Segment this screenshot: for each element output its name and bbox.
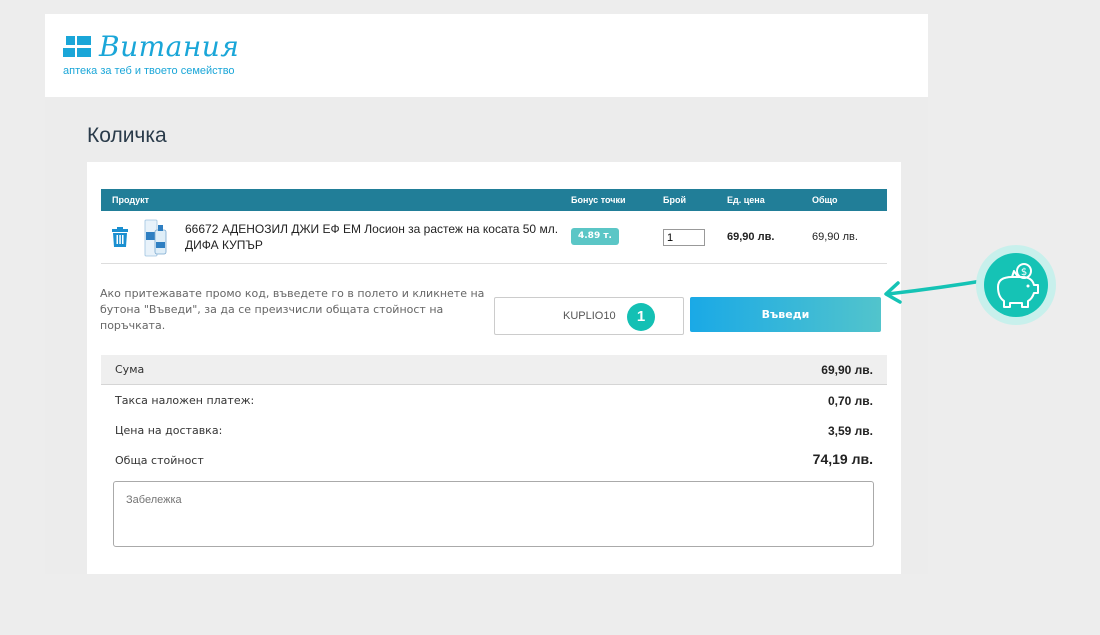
site-header: Витания аптека за теб и твоето семейство — [45, 14, 928, 97]
col-product: Продукт — [112, 195, 150, 205]
order-note-field[interactable] — [113, 481, 874, 547]
product-name[interactable]: 66672 АДЕНОЗИЛ ДЖИ ЕФ ЕМ Лосион за расте… — [185, 221, 565, 253]
subtotal-label: Сума — [115, 363, 145, 376]
piggy-bank-icon: $ — [976, 245, 1056, 325]
trash-icon[interactable] — [111, 227, 129, 247]
col-unit-price: Ед. цена — [727, 195, 765, 205]
apply-promo-button[interactable]: Въведи — [690, 297, 881, 332]
row-total: 69,90 лв. — [812, 231, 858, 243]
logo-name: Витания — [99, 30, 240, 63]
col-qty: Брой — [663, 195, 686, 205]
col-total: Общо — [812, 195, 838, 205]
delivery-row: Цена на доставка: 3,59 лв. — [101, 420, 887, 442]
promo-instructions: Ако притежавате промо код, въведете го в… — [100, 287, 485, 332]
page-title: Количка — [87, 124, 167, 147]
cart-table-header: Продукт Бонус точки Брой Ед. цена Общо — [101, 189, 887, 211]
delivery-label: Цена на доставка: — [115, 424, 223, 437]
grand-total-value: 74,19 лв. — [812, 451, 873, 467]
step-number-badge: 1 — [627, 303, 655, 331]
cod-fee-row: Такса наложен платеж: 0,70 лв. — [101, 390, 887, 412]
bonus-badge: 4.89 т. — [571, 228, 619, 245]
cod-fee-label: Такса наложен платеж: — [115, 394, 255, 407]
col-bonus: Бонус точки — [571, 195, 626, 205]
site-logo[interactable]: Витания аптека за теб и твоето семейство — [63, 30, 263, 82]
quantity-input[interactable] — [663, 229, 705, 246]
product-image[interactable] — [143, 216, 169, 258]
cart-card: Продукт Бонус точки Брой Ед. цена Общо 6… — [87, 162, 901, 574]
subtotal-value: 69,90 лв. — [821, 363, 873, 377]
subtotal-row: Сума 69,90 лв. — [101, 355, 887, 385]
delivery-value: 3,59 лв. — [827, 424, 873, 438]
table-row: 66672 АДЕНОЗИЛ ДЖИ ЕФ ЕМ Лосион за расте… — [101, 211, 887, 264]
cod-fee-value: 0,70 лв. — [827, 394, 873, 408]
unit-price: 69,90 лв. — [727, 231, 775, 243]
page-container: Витания аптека за теб и твоето семейство… — [45, 14, 928, 574]
promo-code-input[interactable]: KUPLIO10 — [494, 297, 684, 335]
logo-mark-icon — [63, 36, 97, 58]
grand-total-row: Обща стойност 74,19 лв. — [101, 450, 887, 472]
grand-total-label: Обща стойност — [115, 454, 204, 467]
logo-tagline: аптека за теб и твоето семейство — [63, 65, 235, 77]
pointer-arrow-icon — [884, 278, 990, 304]
